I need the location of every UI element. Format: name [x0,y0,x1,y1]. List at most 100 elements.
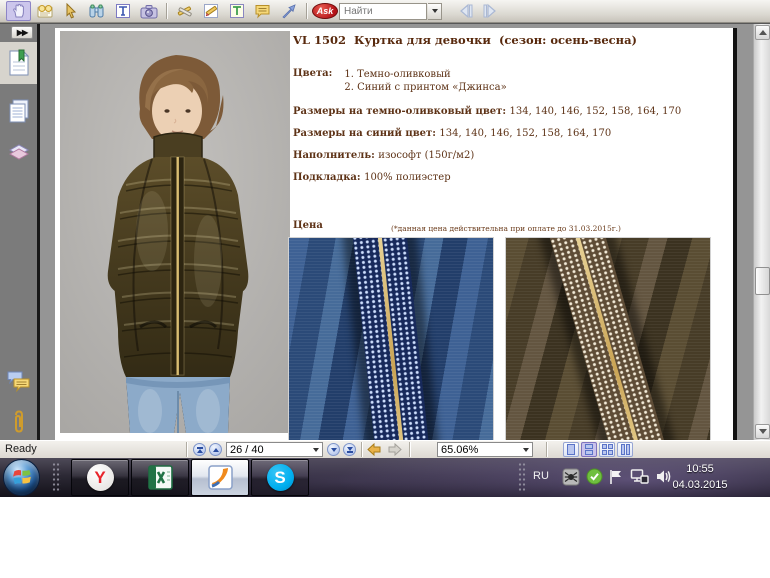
flag-icon [608,468,623,486]
taskbar-skype-button[interactable]: S [251,459,309,496]
taskbar-grip [52,462,61,493]
taskbar-clock[interactable]: 10:55 04.03.2015 [654,461,746,493]
status-ready-text: Ready [5,443,37,455]
pencil-annotation-button[interactable] [198,1,223,21]
continuous-view-button[interactable] [581,442,597,457]
tray-action-center-button[interactable] [608,468,623,491]
history-back-button[interactable] [366,443,382,459]
ask-search-input[interactable] [339,3,427,20]
previous-page-button[interactable] [209,443,222,456]
arrow-up-icon [213,448,219,452]
skype-icon: S [267,464,294,491]
model-photo [60,31,290,433]
history-forward-button[interactable] [387,443,403,459]
sidebar-pages-button[interactable] [0,90,37,132]
empty-desktop-area [0,497,770,578]
next-page-button[interactable] [327,443,340,456]
camera-icon [140,4,158,19]
snapshot-button[interactable] [136,1,161,21]
typewriter-icon [229,3,245,19]
doc-lining: Подкладка: 100% полиэстер [293,172,451,183]
continuous-facing-icon [621,444,630,455]
colors-label: Цвета: [293,68,332,94]
arrow-up-icon [197,449,203,453]
page-number-input[interactable] [227,444,310,456]
doc-price-note: (*данная цена действительна при оплате д… [391,224,621,233]
sidebar-layers-button[interactable] [0,130,37,172]
ask-logo: Ask [312,3,338,19]
single-page-view-button[interactable] [563,442,579,457]
search-next-button[interactable] [478,1,503,21]
status-bar: Ready [0,440,770,458]
pdf-page: VL 1502 Куртка для девочки (сезон: осень… [55,28,737,440]
reading-mode-button[interactable] [32,1,57,21]
taskbar-yandex-browser-button[interactable]: Y [71,459,129,496]
typewriter-button[interactable] [224,1,249,21]
windows-logo-icon [11,467,33,489]
select-text-button[interactable] [110,1,135,21]
back-arrow-icon [366,443,382,456]
hand-icon [11,3,27,19]
windows-taskbar: Y S RU [0,458,770,497]
single-page-icon [567,444,575,455]
tray-antivirus-button[interactable] [562,468,580,491]
note-comment-button[interactable] [250,1,275,21]
sidebar-expand-button[interactable]: ▶▶ [11,26,33,39]
binoculars-icon [88,3,105,19]
sidebar-comments-button[interactable] [0,361,37,403]
language-indicator[interactable]: RU [533,470,549,482]
attach-tools-button[interactable] [172,1,197,21]
last-page-button[interactable] [343,443,356,456]
tray-status-ok-button[interactable] [586,468,603,490]
continuous-facing-view-button[interactable] [617,442,633,457]
doc-sizes-blue: Размеры на синий цвет: 134, 140, 146, 15… [293,128,611,139]
doc-price-label: Цена [293,220,323,231]
first-page-button[interactable] [193,443,206,456]
facing-view-icon [602,444,613,455]
statusbar-separator [186,442,187,457]
scrollbar-thumb[interactable] [755,267,770,295]
drawing-arrow-button[interactable] [276,1,301,21]
tray-network-button[interactable] [630,468,649,490]
pdf-toolbar: Ask [0,0,770,23]
zoom-level-input[interactable] [438,444,520,456]
scroll-down-button[interactable] [755,424,770,439]
select-text-icon [115,3,131,19]
sidebar-bookmarks-button[interactable] [0,42,37,84]
sidebar-attachments-button[interactable] [0,401,37,440]
navigation-sidebar: ▶▶ [0,24,40,440]
continuous-view-icon [585,444,593,455]
scroll-up-button[interactable] [755,25,770,40]
pencil-icon [203,3,219,19]
pages-icon [7,98,31,124]
hand-tool-button[interactable] [6,1,31,21]
yandex-browser-icon: Y [87,464,114,491]
doc-filler: Наполнитель: изософт (150г/м2) [293,150,474,161]
taskbar-excel-button[interactable] [131,459,189,496]
toolbar-separator [166,3,167,19]
statusbar-separator [546,442,547,457]
fabric-swatch-blue [288,237,494,440]
zoom-dropdown-button[interactable] [520,443,532,456]
next-result-icon [482,3,500,19]
comments-icon [6,370,32,394]
vertical-scrollbar[interactable] [753,24,770,440]
spider-agent-icon [562,468,580,486]
search-previous-button[interactable] [452,1,477,21]
search-tool-button[interactable] [84,1,109,21]
select-annotation-button[interactable] [58,1,83,21]
taskbar-foxit-reader-button[interactable] [191,459,249,496]
fabric-swatch-olive [505,237,711,440]
start-button[interactable] [3,459,40,496]
zoom-level-box [437,442,533,457]
facing-view-button[interactable] [599,442,615,457]
page-dropdown-button[interactable] [310,443,322,456]
forward-arrow-icon [387,443,403,456]
desktop: Ask ▶▶ [0,0,770,578]
color-option-1: 1. Темно-оливковый [344,68,506,81]
paperclip-icon [10,409,28,435]
eyeglasses-document-icon [36,3,54,19]
bookmarks-icon [7,49,31,77]
doc-title: VL 1502 Куртка для девочки (сезон: осень… [293,33,733,47]
search-dropdown-button[interactable] [428,3,442,20]
